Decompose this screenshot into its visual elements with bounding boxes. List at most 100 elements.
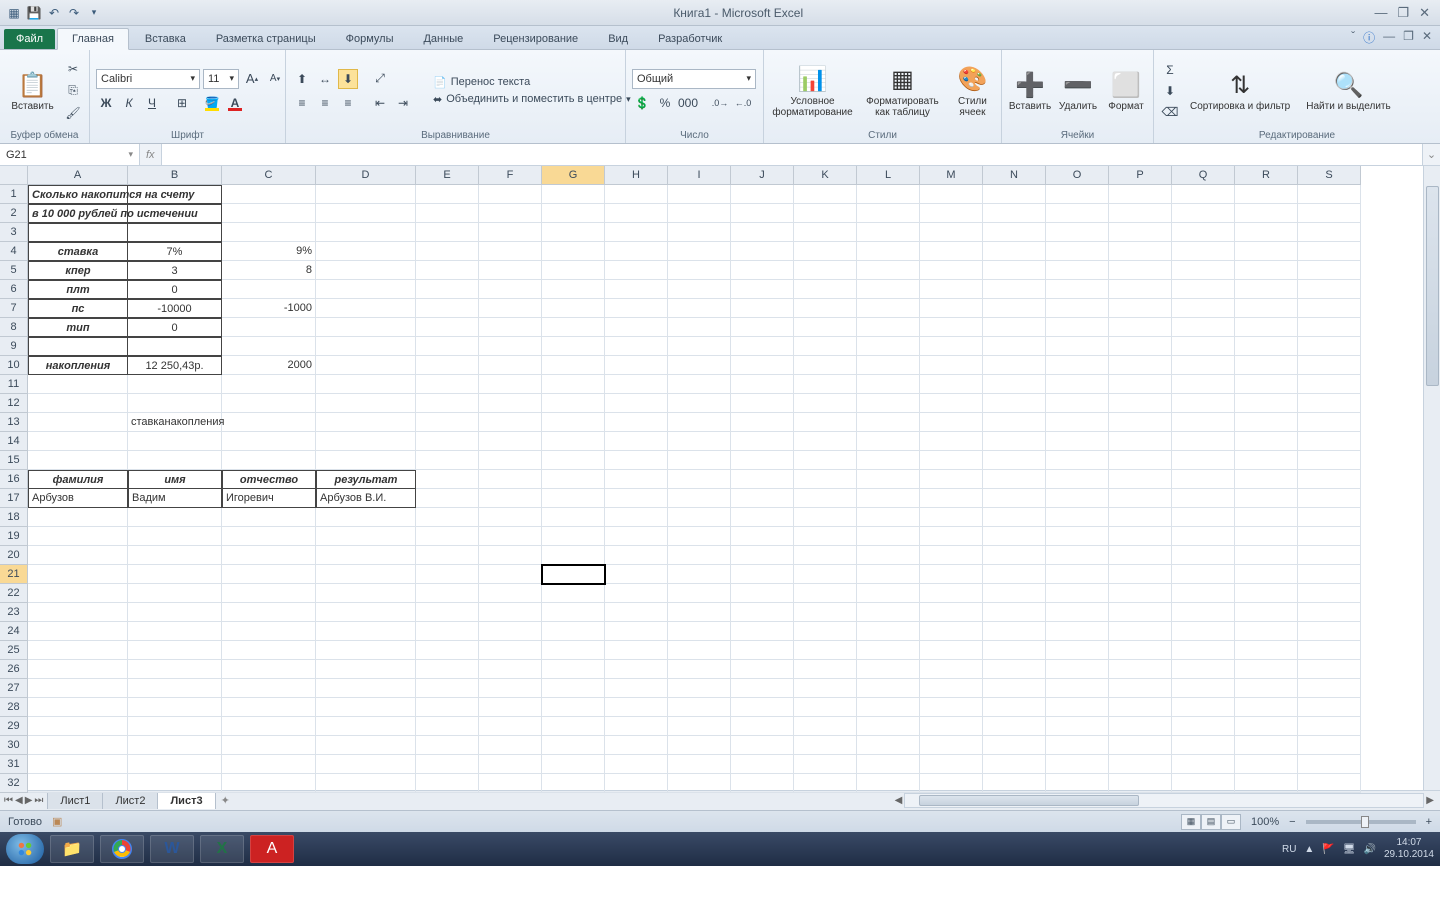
cell[interactable] (920, 755, 983, 774)
cell[interactable] (1046, 755, 1109, 774)
cell[interactable]: плт (28, 280, 128, 299)
cell[interactable] (1172, 394, 1235, 413)
cell[interactable]: 12 250,43р. (128, 356, 222, 375)
cell[interactable]: Сколько накопится на счету (28, 185, 128, 204)
fx-icon[interactable]: fx (146, 149, 155, 161)
cell[interactable] (1172, 584, 1235, 603)
cell[interactable] (1109, 717, 1172, 736)
row-header[interactable]: 1 (0, 185, 28, 204)
cell[interactable] (1172, 679, 1235, 698)
cell[interactable] (605, 641, 668, 660)
cell[interactable] (416, 736, 479, 755)
cell[interactable] (1298, 641, 1361, 660)
cell[interactable] (316, 527, 416, 546)
cell[interactable] (416, 223, 479, 242)
cell[interactable] (605, 185, 668, 204)
tab-data[interactable]: Данные (409, 29, 477, 49)
cell[interactable] (1046, 413, 1109, 432)
cell[interactable] (542, 774, 605, 793)
cell[interactable] (1235, 641, 1298, 660)
cell[interactable] (222, 280, 316, 299)
cell[interactable] (731, 470, 794, 489)
cell[interactable] (1172, 508, 1235, 527)
cell[interactable]: 8 (222, 261, 316, 280)
cell[interactable]: тип (28, 318, 128, 337)
cell[interactable] (128, 622, 222, 641)
expand-formula-bar-icon[interactable]: ⌄ (1422, 144, 1440, 165)
cell[interactable] (316, 755, 416, 774)
column-header[interactable]: H (605, 166, 668, 185)
cell[interactable] (416, 413, 479, 432)
cell[interactable] (316, 185, 416, 204)
cell[interactable] (1046, 261, 1109, 280)
cell[interactable] (731, 603, 794, 622)
cell[interactable] (731, 736, 794, 755)
cell[interactable] (542, 698, 605, 717)
cell[interactable] (1046, 679, 1109, 698)
cell[interactable] (28, 508, 128, 527)
merge-center-button[interactable]: ⬌Объединить и поместить в центре▾ (433, 93, 631, 106)
cell[interactable]: 2000 (222, 356, 316, 375)
cell[interactable] (668, 774, 731, 793)
tab-formulas[interactable]: Формулы (332, 29, 408, 49)
cell[interactable] (542, 204, 605, 223)
cell[interactable]: -10000 (128, 299, 222, 318)
cell[interactable]: 7% (128, 242, 222, 261)
cell[interactable] (1109, 470, 1172, 489)
cell[interactable] (1235, 679, 1298, 698)
cell[interactable] (794, 223, 857, 242)
cell[interactable] (1109, 736, 1172, 755)
cell[interactable] (28, 698, 128, 717)
cell[interactable] (222, 622, 316, 641)
cell[interactable] (605, 717, 668, 736)
cell[interactable] (857, 584, 920, 603)
cell[interactable] (920, 375, 983, 394)
cell[interactable] (316, 204, 416, 223)
cell[interactable] (542, 603, 605, 622)
cell[interactable] (857, 603, 920, 622)
cell[interactable] (416, 622, 479, 641)
column-header[interactable]: E (416, 166, 479, 185)
fill-icon[interactable]: ⬇ (1160, 81, 1180, 101)
cell[interactable] (983, 432, 1046, 451)
cell[interactable] (222, 508, 316, 527)
zoom-slider[interactable] (1306, 820, 1416, 824)
cell[interactable] (1298, 337, 1361, 356)
cell[interactable] (605, 698, 668, 717)
cell[interactable] (794, 755, 857, 774)
cell[interactable] (28, 394, 128, 413)
cell[interactable] (731, 318, 794, 337)
cell[interactable] (28, 375, 128, 394)
cell[interactable]: 0 (128, 318, 222, 337)
column-header[interactable]: F (479, 166, 542, 185)
cells-area[interactable]: Сколько накопится на счетув 10 000 рубле… (28, 185, 1361, 793)
cell[interactable] (542, 185, 605, 204)
cell[interactable] (222, 717, 316, 736)
cell[interactable] (1235, 451, 1298, 470)
cell[interactable] (416, 508, 479, 527)
cell[interactable] (316, 451, 416, 470)
cell[interactable] (416, 546, 479, 565)
align-top-icon[interactable]: ⬆ (292, 69, 312, 89)
cell[interactable] (920, 299, 983, 318)
cell[interactable] (28, 432, 128, 451)
cell[interactable] (983, 204, 1046, 223)
cell[interactable] (1235, 413, 1298, 432)
cell[interactable] (983, 603, 1046, 622)
cell[interactable] (316, 679, 416, 698)
cell[interactable] (542, 451, 605, 470)
cell[interactable] (857, 736, 920, 755)
cell[interactable] (1172, 280, 1235, 299)
cell[interactable] (479, 736, 542, 755)
cell[interactable] (1046, 318, 1109, 337)
cell[interactable] (1046, 394, 1109, 413)
row-header[interactable]: 19 (0, 527, 28, 546)
cell[interactable] (1046, 736, 1109, 755)
cell[interactable] (1172, 622, 1235, 641)
align-bottom-icon[interactable]: ⬇ (338, 69, 358, 89)
cell[interactable] (731, 622, 794, 641)
cell[interactable] (1172, 337, 1235, 356)
cell[interactable] (1109, 774, 1172, 793)
row-header[interactable]: 20 (0, 546, 28, 565)
cell[interactable] (128, 508, 222, 527)
